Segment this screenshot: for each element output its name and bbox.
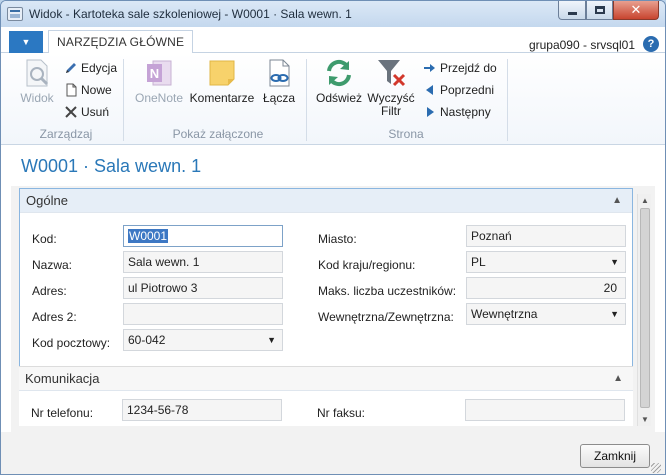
delete-x-icon [64, 105, 78, 119]
name-field[interactable]: Sala wewn. 1 [123, 251, 283, 273]
triangle-left-icon [423, 83, 437, 97]
group-label-manage: Zarządzaj [39, 127, 93, 141]
note-icon [206, 57, 238, 89]
postcode-label: Kod pocztowy: [32, 336, 111, 350]
country-label: Kod kraju/regionu: [318, 258, 416, 272]
refresh-icon [323, 57, 355, 89]
new-button[interactable]: Nowe [64, 81, 112, 99]
arrow-right-icon [423, 61, 437, 75]
edit-button[interactable]: Edycja [64, 59, 117, 77]
minimize-button[interactable] [558, 1, 586, 20]
maximize-icon [594, 6, 605, 14]
close-button[interactable]: Zamknij [580, 444, 650, 468]
title-bar[interactable]: Widok - Kartoteka sale szkoleniowej - W0… [1, 1, 665, 27]
code-label: Kod: [32, 232, 57, 246]
close-icon: ✕ [630, 2, 642, 17]
address-label: Adres: [32, 284, 67, 298]
onenote-button[interactable]: N OneNote [131, 57, 187, 105]
page-title: W0001 · Sala wewn. 1 [21, 156, 202, 176]
postcode-value: 60-042 [128, 333, 166, 347]
ribbon-separator [507, 59, 508, 141]
delete-button[interactable]: Usuń [64, 103, 109, 121]
scroll-down-icon[interactable]: ▼ [641, 415, 649, 424]
collapse-chevron-icon[interactable]: ▲ [612, 189, 622, 213]
type-value: Wewnętrzna [471, 307, 538, 321]
refresh-button[interactable]: Odśwież [314, 57, 364, 105]
vertical-scrollbar[interactable]: ▲ ▼ [637, 194, 651, 426]
fax-field[interactable] [465, 399, 625, 421]
dropdown-arrow-icon[interactable]: ▼ [267, 330, 276, 350]
fasttab-general-header[interactable]: Ogólne ▲ [20, 189, 632, 213]
code-field[interactable]: W0001 [123, 225, 283, 247]
footer: Zamknij [1, 432, 665, 474]
group-label-attachments: Pokaż załączone [172, 127, 264, 141]
dropdown-arrow-icon[interactable]: ▼ [610, 304, 619, 324]
window-title: Widok - Kartoteka sale szkoleniowej - W0… [29, 7, 352, 21]
close-window-button[interactable]: ✕ [613, 1, 659, 20]
chevron-down-icon: ▼ [21, 37, 31, 47]
phone-label: Nr telefonu: [31, 406, 94, 420]
fasttab-title: Komunikacja [25, 371, 100, 386]
city-label: Miasto: [318, 232, 357, 246]
fasttab-communication-header[interactable]: Komunikacja ▲ [19, 367, 633, 391]
goto-button[interactable]: Przejdź do [423, 59, 497, 77]
tab-home[interactable]: NARZĘDZIA GŁÓWNE [48, 30, 194, 54]
previous-button[interactable]: Poprzedni [423, 81, 494, 99]
pencil-icon [64, 61, 78, 75]
address-field[interactable]: ul Piotrowo 3 [123, 277, 283, 299]
max-participants-field[interactable]: 20 [466, 277, 626, 299]
code-value: W0001 [128, 229, 169, 243]
scroll-thumb[interactable] [640, 208, 650, 408]
application-menu-button[interactable]: ▼ [9, 31, 43, 53]
ribbon-separator [306, 59, 307, 141]
fasttab-title: Ogólne [26, 193, 68, 208]
name-label: Nazwa: [32, 258, 73, 272]
window: Widok - Kartoteka sale szkoleniowej - W0… [0, 0, 666, 475]
card-content: Ogólne ▲ Kod: W0001 Nazwa: Sala wewn. 1 … [11, 186, 655, 432]
collapse-chevron-icon[interactable]: ▲ [613, 367, 623, 391]
ribbon: Widok Edycja Nowe Usuń Zarządzaj N OneNo… [1, 53, 665, 145]
help-icon[interactable]: ? [643, 36, 659, 52]
address2-label: Adres 2: [32, 310, 77, 324]
clear-filter-icon [375, 57, 407, 89]
dropdown-arrow-icon[interactable]: ▼ [610, 252, 619, 272]
next-button[interactable]: Następny [423, 103, 491, 121]
comments-button[interactable]: Komentarze [189, 57, 255, 105]
type-label: Wewnętrzna/Zewnętrzna: [318, 310, 454, 324]
postcode-field[interactable]: 60-042 ▼ [123, 329, 283, 351]
address2-field[interactable] [123, 303, 283, 325]
server-info: grupa090 - srvsql01 [528, 38, 635, 52]
links-button[interactable]: Łącza [259, 57, 299, 105]
ribbon-tab-row: ▼ NARZĘDZIA GŁÓWNE grupa090 - srvsql01 ? [1, 27, 665, 54]
resize-grip-icon[interactable] [651, 463, 661, 473]
country-field[interactable]: PL ▼ [466, 251, 626, 273]
maximize-button[interactable] [586, 1, 613, 20]
triangle-right-icon [423, 105, 437, 119]
app-icon [7, 7, 23, 21]
svg-text:N: N [150, 66, 159, 81]
link-document-icon [263, 57, 295, 89]
fasttab-communication: Komunikacja ▲ Nr telefonu: 1234-56-78 Nr… [19, 366, 633, 426]
fax-label: Nr faksu: [317, 406, 366, 420]
ribbon-separator [123, 59, 124, 141]
new-document-icon [64, 83, 78, 97]
group-label-page: Strona [388, 127, 424, 141]
max-participants-label: Maks. liczba uczestników: [318, 284, 457, 298]
view-button[interactable]: Widok [17, 57, 57, 105]
type-field[interactable]: Wewnętrzna ▼ [466, 303, 626, 325]
country-value: PL [471, 255, 486, 269]
scroll-up-icon[interactable]: ▲ [641, 196, 649, 205]
phone-field[interactable]: 1234-56-78 [122, 399, 282, 421]
minimize-icon [567, 11, 577, 15]
onenote-icon: N [143, 57, 175, 89]
city-field[interactable]: Poznań [466, 225, 626, 247]
clear-filter-button[interactable]: Wyczyść Filtr [365, 57, 417, 118]
view-icon [21, 57, 53, 89]
fasttab-general: Ogólne ▲ Kod: W0001 Nazwa: Sala wewn. 1 … [19, 188, 633, 367]
